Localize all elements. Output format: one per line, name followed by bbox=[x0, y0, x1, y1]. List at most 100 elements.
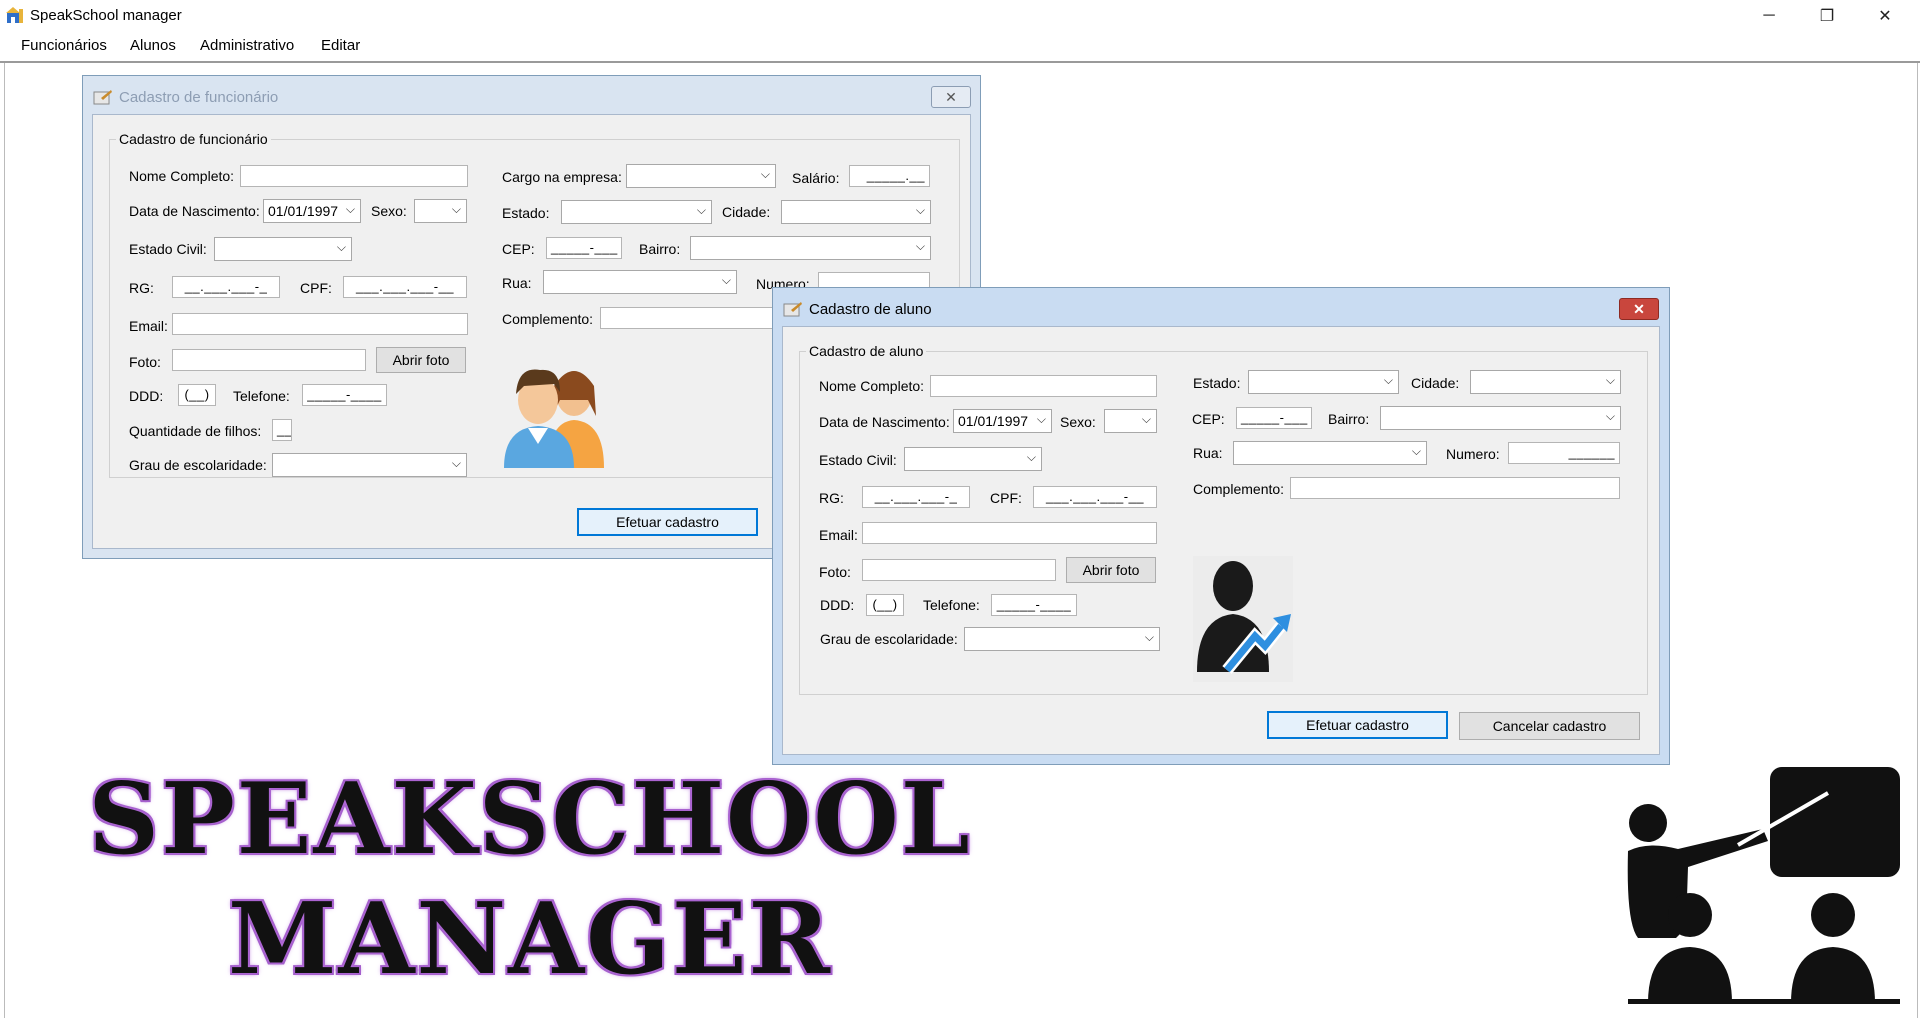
func-cargo-select[interactable]: ⌵ bbox=[626, 164, 776, 188]
people-icon bbox=[504, 369, 604, 468]
aluno-email-input[interactable] bbox=[862, 522, 1157, 544]
brand-logo-text: SPEAKSCHOOL MANAGER bbox=[40, 760, 1020, 1000]
aluno-cidade-select[interactable]: ⌵ bbox=[1470, 370, 1621, 394]
func-civil-select[interactable]: ⌵ bbox=[214, 237, 352, 261]
aluno-rua-select[interactable]: ⌵ bbox=[1233, 441, 1427, 465]
aluno-civil-select[interactable]: ⌵ bbox=[904, 447, 1042, 471]
func-abrir-foto-button[interactable]: Abrir foto bbox=[376, 347, 466, 373]
close-icon: ✕ bbox=[945, 88, 957, 105]
aluno-efetuar-button[interactable]: Efetuar cadastro bbox=[1267, 711, 1448, 739]
func-rg-input[interactable]: __.___.___-_ bbox=[172, 276, 280, 298]
brand-line-2: MANAGER bbox=[228, 882, 832, 997]
chevron-down-icon: ⌵ bbox=[345, 202, 355, 216]
aluno-ddd-label: DDD: bbox=[820, 597, 855, 613]
func-foto-input[interactable] bbox=[172, 349, 366, 371]
funcionario-close-button[interactable]: ✕ bbox=[931, 86, 971, 108]
func-efetuar-button[interactable]: Efetuar cadastro bbox=[577, 508, 758, 536]
menu-funcionarios[interactable]: Funcionários bbox=[21, 37, 107, 54]
func-cargo-label: Cargo na empresa: bbox=[502, 169, 622, 185]
func-nome-input[interactable] bbox=[240, 165, 468, 187]
minimize-button[interactable]: ─ bbox=[1740, 0, 1798, 31]
aluno-nasc-value: 01/01/1997 bbox=[958, 413, 1029, 429]
func-sexo-select[interactable]: ⌵ bbox=[414, 199, 467, 223]
func-bairro-label: Bairro: bbox=[639, 241, 681, 257]
func-estado-select[interactable]: ⌵ bbox=[561, 200, 712, 224]
chevron-down-icon: ⌵ bbox=[1036, 412, 1046, 426]
app-icon bbox=[6, 7, 23, 23]
func-ddd-input[interactable]: (__) bbox=[178, 384, 216, 406]
func-tel-input[interactable]: _____-____ bbox=[302, 384, 387, 406]
aluno-bairro-label: Bairro: bbox=[1328, 411, 1370, 427]
aluno-email-label: Email: bbox=[819, 527, 858, 543]
aluno-bairro-select[interactable]: ⌵ bbox=[1380, 406, 1621, 430]
aluno-nome-label: Nome Completo: bbox=[819, 378, 925, 394]
func-grau-select[interactable]: ⌵ bbox=[272, 453, 467, 477]
func-civil-label: Estado Civil: bbox=[129, 241, 207, 257]
aluno-estado-select[interactable]: ⌵ bbox=[1248, 370, 1399, 394]
menu-editar[interactable]: Editar bbox=[321, 37, 360, 54]
aluno-tel-input[interactable]: _____-____ bbox=[991, 594, 1077, 616]
aluno-foto-input[interactable] bbox=[862, 559, 1056, 581]
aluno-estado-label: Estado: bbox=[1193, 375, 1241, 391]
func-nasc-picker[interactable]: 01/01/1997 ⌵ bbox=[263, 199, 361, 223]
aluno-complemento-label: Complemento: bbox=[1193, 481, 1285, 497]
func-bairro-select[interactable]: ⌵ bbox=[690, 236, 931, 260]
func-salario-input[interactable]: _____.__ bbox=[849, 165, 930, 187]
aluno-cpf-label: CPF: bbox=[990, 490, 1022, 506]
func-salario-label: Salário: bbox=[792, 170, 840, 186]
func-cep-input[interactable]: _____-___ bbox=[546, 237, 622, 259]
aluno-numero-input[interactable]: ______ bbox=[1508, 442, 1620, 464]
aluno-rg-input[interactable]: __.___.___-_ bbox=[862, 486, 970, 508]
aluno-sexo-select[interactable]: ⌵ bbox=[1104, 409, 1157, 433]
aluno-window-title: Cadastro de aluno bbox=[809, 301, 932, 318]
aluno-rua-label: Rua: bbox=[1193, 445, 1223, 461]
aluno-nasc-label: Data de Nascimento: bbox=[819, 414, 950, 430]
close-button[interactable]: ✕ bbox=[1856, 0, 1914, 31]
chevron-down-icon: ⌵ bbox=[915, 239, 925, 253]
chevron-down-icon: ⌵ bbox=[451, 456, 461, 470]
chevron-down-icon: ⌵ bbox=[915, 203, 925, 217]
aluno-abrir-foto-button[interactable]: Abrir foto bbox=[1066, 557, 1156, 583]
func-tel-label: Telefone: bbox=[233, 388, 290, 404]
funcionario-group-title: Cadastro de funcionário bbox=[119, 131, 268, 147]
aluno-nome-input[interactable] bbox=[930, 375, 1157, 397]
func-rg-label: RG: bbox=[129, 280, 154, 296]
menu-administrativo[interactable]: Administrativo bbox=[200, 37, 294, 54]
aluno-rg-label: RG: bbox=[819, 490, 844, 506]
func-cpf-label: CPF: bbox=[300, 280, 332, 296]
aluno-numero-label: Numero: bbox=[1446, 446, 1500, 462]
aluno-grau-select[interactable]: ⌵ bbox=[964, 627, 1160, 651]
func-complemento-label: Complemento: bbox=[502, 311, 594, 327]
aluno-nasc-picker[interactable]: 01/01/1997 ⌵ bbox=[953, 409, 1052, 433]
chevron-down-icon: ⌵ bbox=[1383, 373, 1393, 387]
func-nasc-label: Data de Nascimento: bbox=[129, 203, 260, 219]
brand-line-1: SPEAKSCHOOL bbox=[88, 762, 972, 877]
aluno-cep-label: CEP: bbox=[1192, 411, 1225, 427]
aluno-civil-label: Estado Civil: bbox=[819, 452, 897, 468]
func-cpf-input[interactable]: ___.___.___-__ bbox=[343, 276, 467, 298]
aluno-ddd-input[interactable]: (__) bbox=[866, 594, 904, 616]
menu-alunos[interactable]: Alunos bbox=[130, 37, 176, 54]
chevron-down-icon: ⌵ bbox=[1141, 412, 1151, 426]
aluno-cancelar-button[interactable]: Cancelar cadastro bbox=[1459, 712, 1640, 740]
aluno-cep-input[interactable]: _____-___ bbox=[1236, 407, 1312, 429]
chevron-down-icon: ⌵ bbox=[1144, 630, 1154, 644]
aluno-close-button[interactable]: ✕ bbox=[1619, 298, 1659, 320]
func-cidade-select[interactable]: ⌵ bbox=[781, 200, 931, 224]
aluno-sexo-label: Sexo: bbox=[1060, 414, 1096, 430]
chevron-down-icon: ⌵ bbox=[696, 203, 706, 217]
aluno-complemento-input[interactable] bbox=[1290, 477, 1620, 499]
func-rua-select[interactable]: ⌵ bbox=[543, 270, 737, 294]
chevron-down-icon: ⌵ bbox=[336, 240, 346, 254]
func-email-input[interactable] bbox=[172, 313, 468, 335]
func-rua-label: Rua: bbox=[502, 275, 532, 291]
func-cidade-label: Cidade: bbox=[722, 204, 771, 220]
chevron-down-icon: ⌵ bbox=[451, 202, 461, 216]
aluno-grau-label: Grau de escolaridade: bbox=[820, 631, 958, 647]
aluno-group-title: Cadastro de aluno bbox=[809, 343, 924, 359]
restore-button[interactable]: ❐ bbox=[1798, 0, 1856, 31]
form-icon bbox=[783, 302, 802, 317]
chevron-down-icon: ⌵ bbox=[760, 167, 770, 181]
aluno-cpf-input[interactable]: ___.___.___-__ bbox=[1033, 486, 1157, 508]
func-filhos-input[interactable]: __ bbox=[272, 419, 292, 441]
